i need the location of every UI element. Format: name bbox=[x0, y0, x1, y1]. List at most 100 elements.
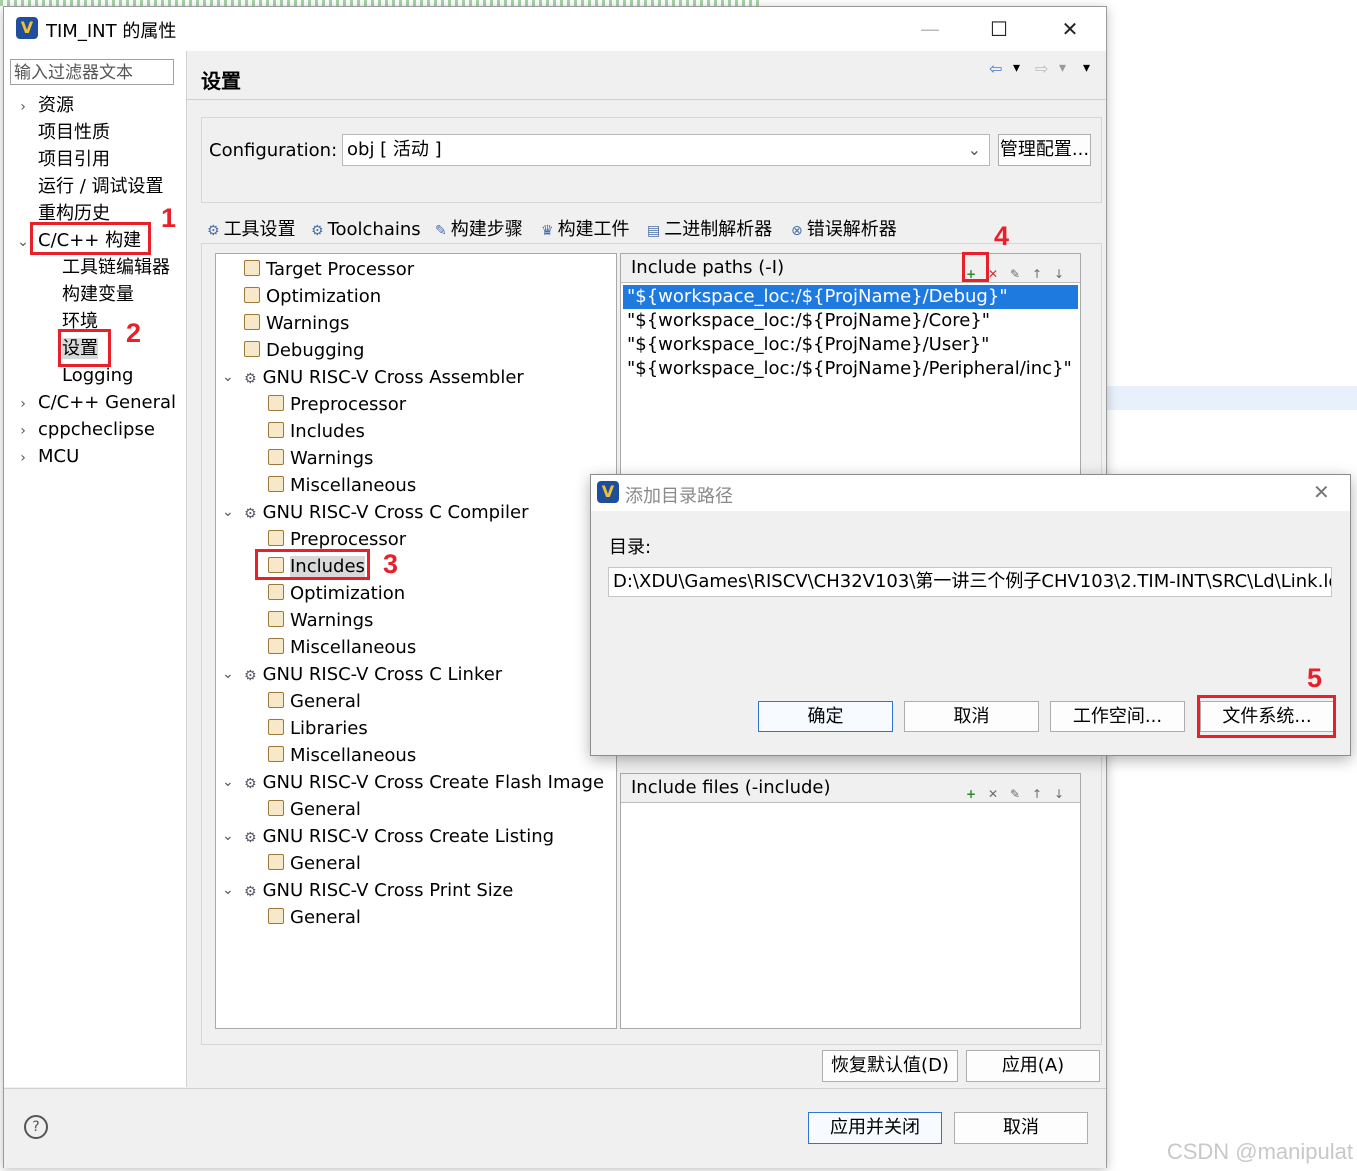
tree-item[interactable]: General bbox=[220, 796, 614, 823]
tab-2[interactable]: ⚙ Toolchains bbox=[311, 215, 435, 245]
tree-item[interactable]: Warnings bbox=[220, 607, 614, 634]
tab-3[interactable]: ✎ 构建步骤 bbox=[435, 215, 541, 245]
tree-item[interactable]: ⌄ ⚙ GNU RISC-V Cross Create Listing bbox=[220, 823, 614, 850]
tree-item[interactable]: ⌄ ⚙ GNU RISC-V Cross Print Size bbox=[220, 877, 614, 904]
include-path-row[interactable]: "${workspace_loc:/${ProjName}/Peripheral… bbox=[623, 357, 1078, 381]
tree-item[interactable]: Warnings bbox=[220, 445, 614, 472]
nav-item[interactable]: › C/C++ General bbox=[16, 389, 184, 416]
tab-icon: ⚙ bbox=[311, 223, 324, 239]
dialog-cancel-button[interactable]: 取消 bbox=[904, 701, 1039, 732]
chevron-down-icon[interactable]: ⌄ bbox=[222, 661, 234, 688]
chevron-down-icon[interactable]: ⌄ bbox=[222, 364, 234, 391]
back-arrow-icon[interactable]: ⇦ bbox=[989, 59, 1002, 78]
tab-5[interactable]: ▤ 二进制解析器 bbox=[647, 215, 791, 245]
cancel-button[interactable]: 取消 bbox=[954, 1112, 1088, 1144]
configuration-label: Configuration: bbox=[209, 140, 338, 161]
include-path-row[interactable]: "${workspace_loc:/${ProjName}/Core}" bbox=[623, 309, 1078, 333]
move-up-icon[interactable]: ↑ bbox=[1029, 266, 1045, 282]
tree-item-label: Warnings bbox=[290, 448, 374, 469]
tree-item[interactable]: Miscellaneous bbox=[220, 742, 614, 769]
manage-configurations-button[interactable]: 管理配置... bbox=[998, 134, 1091, 166]
directory-input[interactable]: D:\XDU\Games\RISCV\CH32V103\第一讲三个例子CHV10… bbox=[608, 567, 1332, 597]
tab-label: 构建工件 bbox=[557, 219, 630, 240]
tree-item[interactable]: Miscellaneous bbox=[220, 634, 614, 661]
back-dropdown-icon[interactable]: ▾ bbox=[1013, 60, 1020, 76]
forward-arrow-icon[interactable]: ⇨ bbox=[1035, 59, 1048, 78]
maximize-button[interactable]: ☐ bbox=[976, 7, 1022, 51]
nav-item[interactable]: › 资源 bbox=[16, 92, 184, 119]
tool-icon: ⚙ bbox=[244, 371, 257, 387]
chevron-icon[interactable]: › bbox=[16, 94, 30, 121]
nav-item[interactable]: 构建变量 bbox=[16, 281, 184, 308]
tab-6[interactable]: ⊗ 错误解析器 bbox=[791, 215, 909, 245]
restore-defaults-button[interactable]: 恢复默认值(D) bbox=[822, 1050, 958, 1082]
dialog-close-button[interactable]: ✕ bbox=[1313, 480, 1330, 504]
filter-input[interactable]: 输入过滤器文本 bbox=[10, 59, 174, 85]
tree-item[interactable]: Miscellaneous bbox=[220, 472, 614, 499]
include-files-title: Include files (-include) bbox=[631, 777, 831, 798]
chevron-down-icon[interactable]: ⌄ bbox=[222, 823, 234, 850]
nav-item[interactable]: › MCU bbox=[16, 443, 184, 470]
help-icon[interactable]: ? bbox=[24, 1115, 48, 1139]
tree-item[interactable]: General bbox=[220, 904, 614, 931]
tree-item-label: Preprocessor bbox=[290, 529, 407, 550]
edit-icon[interactable]: ✎ bbox=[1007, 266, 1023, 282]
tree-item[interactable]: ⌄ ⚙ GNU RISC-V Cross C Compiler bbox=[220, 499, 614, 526]
chevron-down-icon[interactable]: ⌄ bbox=[222, 499, 234, 526]
move-down-icon[interactable]: ↓ bbox=[1051, 786, 1067, 802]
close-button[interactable]: ✕ bbox=[1047, 7, 1093, 51]
apply-and-close-button[interactable]: 应用并关闭 bbox=[808, 1112, 942, 1144]
nav-item[interactable]: 项目性质 bbox=[16, 119, 184, 146]
tree-item[interactable]: Libraries bbox=[220, 715, 614, 742]
tree-item[interactable]: General bbox=[220, 688, 614, 715]
move-down-icon[interactable]: ↓ bbox=[1051, 266, 1067, 282]
tree-item[interactable]: Debugging bbox=[220, 337, 614, 364]
chevron-down-icon[interactable]: ⌄ bbox=[222, 769, 234, 796]
edit-icon[interactable]: ✎ bbox=[1007, 786, 1023, 802]
tree-item[interactable]: General bbox=[220, 850, 614, 877]
forward-dropdown-icon[interactable]: ▾ bbox=[1059, 60, 1066, 76]
app-logo-icon: V bbox=[16, 17, 38, 39]
include-path-row[interactable]: "${workspace_loc:/${ProjName}/User}" bbox=[623, 333, 1078, 357]
tree-item[interactable]: ⌄ ⚙ GNU RISC-V Cross Create Flash Image bbox=[220, 769, 614, 796]
window-title: TIM_INT 的属性 bbox=[46, 21, 177, 42]
tree-item[interactable]: Includes bbox=[220, 418, 614, 445]
chevron-icon[interactable]: ⌄ bbox=[16, 229, 30, 256]
view-menu-icon[interactable]: ▾ bbox=[1083, 60, 1090, 76]
nav-item[interactable]: › cppcheclipse bbox=[16, 416, 184, 443]
tree-item[interactable]: Optimization bbox=[220, 283, 614, 310]
minimize-button[interactable]: — bbox=[907, 7, 953, 51]
tree-item[interactable]: Warnings bbox=[220, 310, 614, 337]
tree-item[interactable]: ⌄ ⚙ GNU RISC-V Cross C Linker bbox=[220, 661, 614, 688]
tree-item-label: Miscellaneous bbox=[290, 475, 417, 496]
tree-item-label: General bbox=[290, 907, 361, 928]
nav-item[interactable]: 工具链编辑器 bbox=[16, 254, 184, 281]
tree-item[interactable]: Target Processor bbox=[220, 256, 614, 283]
tree-item[interactable]: Optimization bbox=[220, 580, 614, 607]
nav-item-label: C/C++ General bbox=[38, 392, 177, 413]
chevron-icon[interactable]: › bbox=[16, 391, 30, 418]
dialog-logo-icon: V bbox=[597, 481, 619, 503]
nav-item[interactable]: 运行 / 调试设置 bbox=[16, 173, 184, 200]
apply-button[interactable]: 应用(A) bbox=[966, 1050, 1100, 1082]
delete-icon[interactable]: ✕ bbox=[985, 786, 1001, 802]
configuration-select[interactable]: obj [ 活动 ] ⌄ bbox=[342, 134, 990, 166]
ok-button[interactable]: 确定 bbox=[758, 701, 893, 732]
workspace-button[interactable]: 工作空间... bbox=[1050, 701, 1185, 732]
chevron-icon[interactable]: › bbox=[16, 418, 30, 445]
nav-item[interactable]: 项目引用 bbox=[16, 146, 184, 173]
tab-icon: ⊗ bbox=[791, 223, 803, 239]
chevron-icon[interactable]: › bbox=[16, 445, 30, 472]
tree-item[interactable]: ⌄ ⚙ GNU RISC-V Cross Assembler bbox=[220, 364, 614, 391]
option-page-icon bbox=[268, 800, 284, 816]
tab-1[interactable]: ⚙ 工具设置 bbox=[207, 215, 311, 245]
option-page-icon bbox=[268, 476, 284, 492]
include-path-row[interactable]: "${workspace_loc:/${ProjName}/Debug}" bbox=[623, 285, 1078, 309]
move-up-icon[interactable]: ↑ bbox=[1029, 786, 1045, 802]
chevron-down-icon[interactable]: ⌄ bbox=[222, 877, 234, 904]
chevron-down-icon: ⌄ bbox=[967, 140, 981, 159]
marker-box-5 bbox=[1197, 695, 1336, 738]
tab-4[interactable]: ♛ 构建工件 bbox=[541, 215, 647, 245]
tree-item[interactable]: Preprocessor bbox=[220, 391, 614, 418]
add-icon[interactable]: + bbox=[963, 786, 979, 802]
